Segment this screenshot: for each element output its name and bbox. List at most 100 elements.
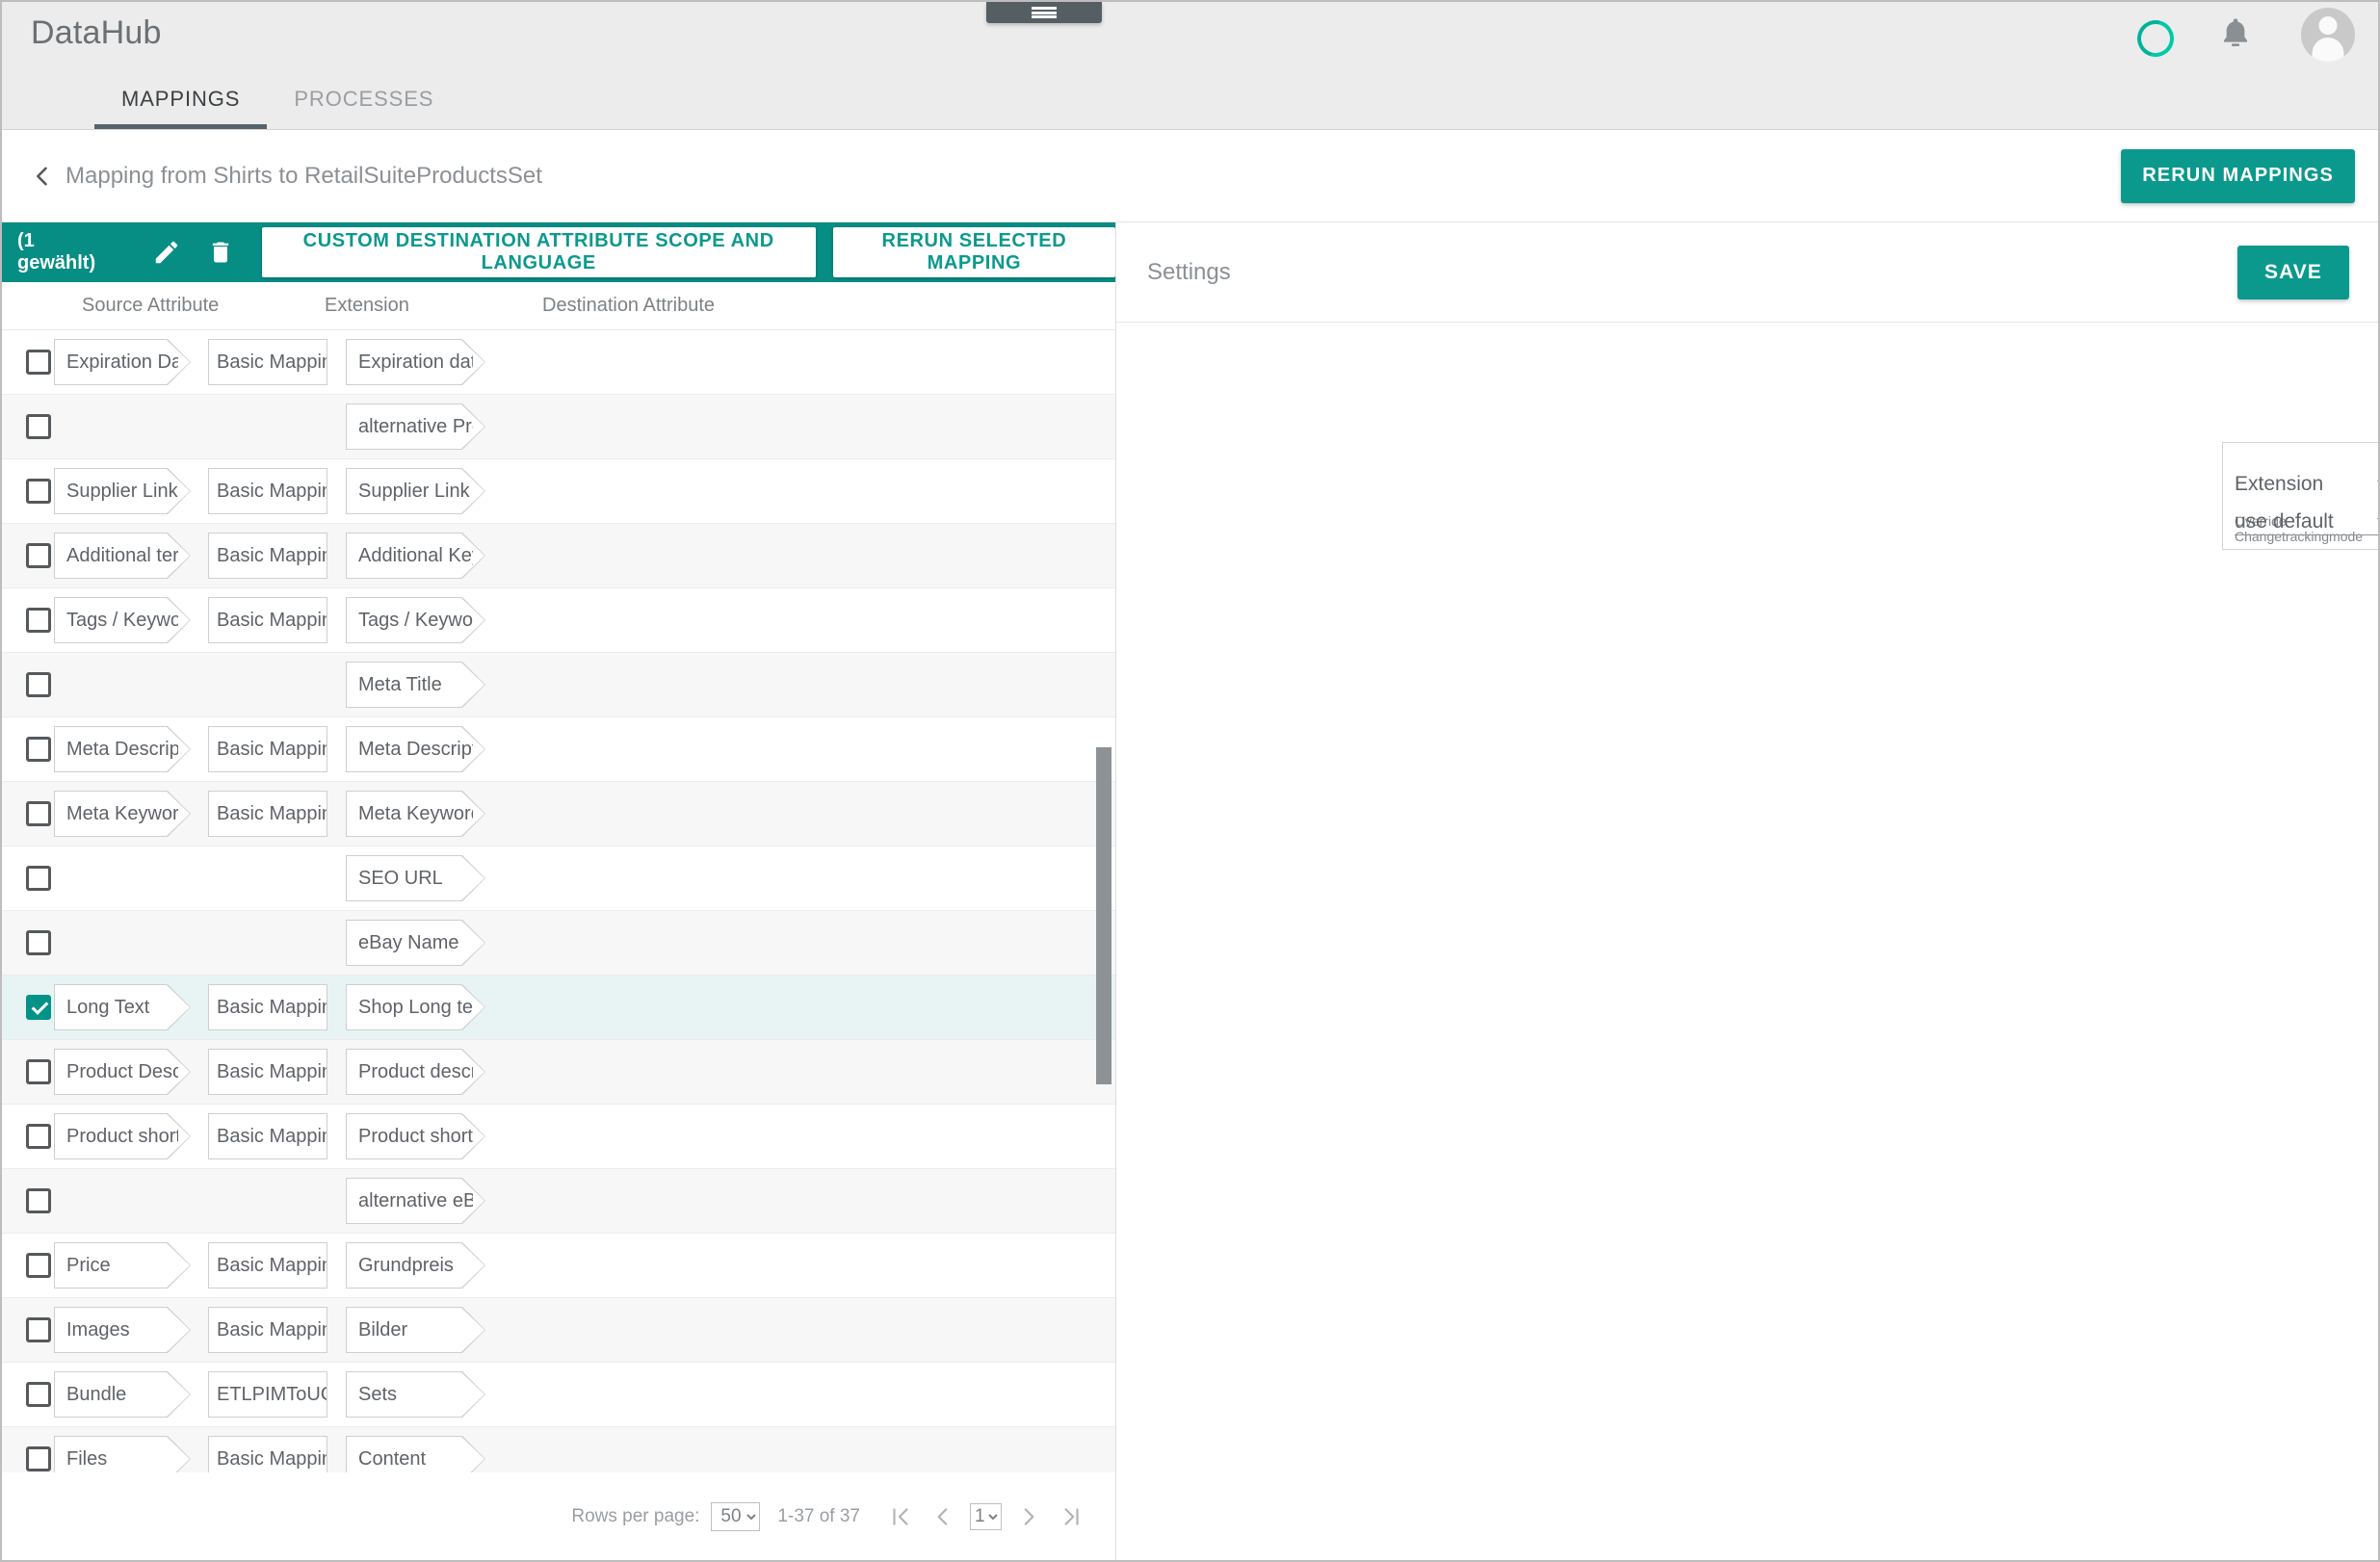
tab-processes[interactable]: PROCESSES <box>267 69 460 129</box>
extension-field[interactable]: Basic Mapping <box>208 791 327 837</box>
row-checkbox[interactable] <box>26 995 51 1020</box>
row-checkbox[interactable] <box>26 608 51 633</box>
table-row[interactable]: Images Basic Mapping Bilder <box>2 1298 1115 1363</box>
hamburger-menu-icon[interactable] <box>986 2 1102 23</box>
row-checkbox[interactable] <box>26 737 51 762</box>
source-attribute-field[interactable]: Long Text <box>54 984 191 1030</box>
extension-field[interactable]: Basic Mapping <box>208 984 327 1030</box>
destination-attribute-field[interactable]: Supplier Link <box>346 468 485 514</box>
extension-field[interactable]: Basic Mapping <box>208 339 327 385</box>
extension-field[interactable]: Basic Mapping <box>208 533 327 579</box>
extension-field[interactable]: Basic Mapping <box>208 1436 327 1472</box>
rerun-mappings-button[interactable]: RERUN MAPPINGS <box>2121 148 2355 203</box>
sync-spinner-icon[interactable] <box>2133 16 2170 53</box>
destination-attribute-field[interactable]: Additional Keywords Sear <box>346 533 485 579</box>
table-row[interactable]: Product Description Basic Mapping Product … <box>2 1040 1115 1105</box>
custom-destination-scope-button[interactable]: CUSTOM DESTINATION ATTRIBUTE SCOPE AND L… <box>261 227 816 277</box>
table-row[interactable]: Files Basic Mapping Content <box>2 1427 1115 1472</box>
source-attribute-field[interactable]: Product Description <box>54 1049 191 1095</box>
row-checkbox[interactable] <box>26 930 51 955</box>
extension-field[interactable]: Basic Mapping <box>208 1113 327 1159</box>
tab-mappings[interactable]: MAPPINGS <box>94 69 268 129</box>
destination-attribute-field[interactable]: Meta Title <box>346 662 485 708</box>
table-row[interactable]: Tags / Keywords Basic Mapping Tags / Keywo… <box>2 588 1115 653</box>
rows-per-page-select[interactable]: 50 <box>711 1501 761 1531</box>
row-checkbox[interactable] <box>26 350 51 375</box>
source-attribute-field[interactable]: Price <box>54 1242 191 1289</box>
source-attribute-field[interactable]: Tags / Keywords <box>54 597 191 643</box>
row-checkbox[interactable] <box>26 1059 51 1084</box>
table-row[interactable]: alternative eBay-Descripti <box>2 1169 1115 1234</box>
table-row[interactable]: alternative Product Name <box>2 395 1115 459</box>
destination-attribute-field[interactable]: SEO URL <box>346 855 485 901</box>
table-row[interactable]: Long Text Basic Mapping Shop Long text <box>2 976 1115 1040</box>
bell-icon[interactable] <box>2216 15 2255 54</box>
table-body[interactable]: Expiration Date Basic Mapping Expiration d… <box>2 330 1115 1472</box>
extension-field[interactable]: Basic Mapping <box>208 468 327 514</box>
next-page-icon[interactable] <box>1007 1496 1050 1538</box>
destination-attribute-field[interactable]: alternative Product Name <box>346 404 485 450</box>
pencil-icon[interactable] <box>146 230 186 274</box>
table-row[interactable]: Supplier Link Basic Mapping Supplier Link <box>2 459 1115 524</box>
trash-icon[interactable] <box>201 230 241 274</box>
row-checkbox[interactable] <box>26 1188 51 1213</box>
extension-field[interactable]: ETLPIMToUCSBundleE <box>208 1371 327 1418</box>
save-button[interactable]: SAVE <box>2236 245 2349 299</box>
row-checkbox[interactable] <box>26 479 51 504</box>
row-checkbox[interactable] <box>26 1446 51 1471</box>
extension-field[interactable]: Basic Mapping <box>208 1242 327 1289</box>
table-row[interactable]: Expiration Date Basic Mapping Expiration d… <box>2 330 1115 395</box>
source-attribute-field[interactable]: Product short descriptior <box>54 1113 191 1159</box>
chevron-left-icon[interactable] <box>29 163 56 190</box>
table-row[interactable]: SEO URL <box>2 846 1115 911</box>
extension-field[interactable]: Basic Mapping <box>208 1307 327 1353</box>
source-attribute-field[interactable]: Images <box>54 1307 191 1353</box>
extension-field[interactable]: Basic Mapping <box>208 597 327 643</box>
page-number-select[interactable]: 1 <box>970 1502 1002 1530</box>
row-checkbox[interactable] <box>26 543 51 568</box>
user-avatar-icon[interactable] <box>2301 8 2355 62</box>
source-attribute-field[interactable]: Expiration Date <box>54 339 191 385</box>
table-row[interactable]: Product short descriptior Basic Mapping Pr… <box>2 1105 1115 1169</box>
row-checkbox[interactable] <box>26 801 51 826</box>
table-scrollbar[interactable] <box>1096 747 1112 1084</box>
destination-attribute-field[interactable]: alternative eBay-Descripti <box>346 1178 485 1224</box>
destination-attribute-field[interactable]: Tags / Keywords <box>346 597 485 643</box>
table-row[interactable]: Additional terms for sear Basic Mapping Ad… <box>2 524 1115 588</box>
rerun-selected-mapping-button[interactable]: RERUN SELECTED MAPPING <box>832 227 1115 277</box>
table-row[interactable]: Meta Description Basic Mapping Meta Descri… <box>2 717 1115 782</box>
destination-attribute-field[interactable]: Content <box>346 1436 485 1472</box>
table-row[interactable]: Bundle ETLPIMToUCSBundleE Sets <box>2 1363 1115 1427</box>
extension-field[interactable]: Basic Mapping <box>208 1049 327 1095</box>
first-page-icon[interactable] <box>879 1496 922 1538</box>
source-attribute-field[interactable]: Additional terms for sear <box>54 533 191 579</box>
row-checkbox[interactable] <box>26 1253 51 1278</box>
row-checkbox[interactable] <box>26 866 51 891</box>
source-attribute-field[interactable]: Supplier Link <box>54 468 191 514</box>
table-row[interactable]: eBay Name <box>2 911 1115 976</box>
destination-attribute-field[interactable]: Meta Description <box>346 726 485 772</box>
destination-attribute-field[interactable]: eBay Name <box>346 920 485 966</box>
table-row[interactable]: Meta Title <box>2 653 1115 717</box>
row-checkbox[interactable] <box>26 414 51 439</box>
table-row[interactable]: Meta Keywords Basic Mapping Meta Keywords <box>2 782 1115 846</box>
row-checkbox[interactable] <box>26 1382 51 1407</box>
table-row[interactable]: Price Basic Mapping Grundpreis <box>2 1234 1115 1298</box>
source-attribute-field[interactable]: Meta Description <box>54 726 191 772</box>
source-attribute-field[interactable]: Meta Keywords <box>54 791 191 837</box>
destination-attribute-field[interactable]: Product description <box>346 1049 485 1095</box>
row-checkbox[interactable] <box>26 672 51 697</box>
source-attribute-field[interactable]: Bundle <box>54 1371 191 1418</box>
row-checkbox[interactable] <box>26 1317 51 1342</box>
destination-attribute-field[interactable]: Sets <box>346 1371 485 1418</box>
destination-attribute-field[interactable]: Product short description <box>346 1113 485 1159</box>
row-checkbox[interactable] <box>26 1124 51 1149</box>
last-page-icon[interactable] <box>1050 1496 1092 1538</box>
destination-attribute-field[interactable]: Meta Keywords <box>346 791 485 837</box>
source-attribute-field[interactable]: Files <box>54 1436 191 1472</box>
destination-attribute-field[interactable]: Expiration date <box>346 339 485 385</box>
previous-page-icon[interactable] <box>922 1496 964 1538</box>
destination-attribute-field[interactable]: Shop Long text <box>346 984 485 1030</box>
extension-field[interactable]: Basic Mapping <box>208 726 327 772</box>
extension-select[interactable]: Extension <box>2235 464 2378 497</box>
